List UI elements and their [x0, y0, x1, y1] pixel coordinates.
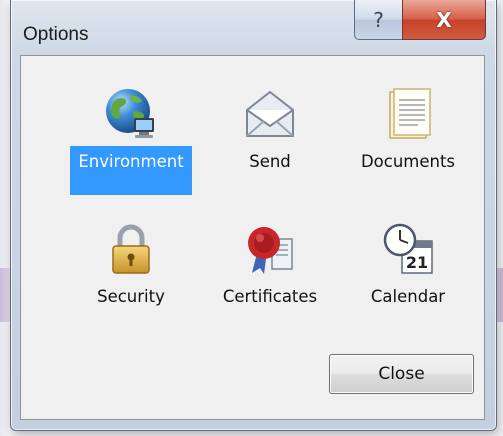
caption-buttons: ? X: [354, 0, 486, 40]
options-panel: Environment Send Documents Security Cert…: [20, 55, 485, 420]
option-label: Calendar: [370, 287, 446, 306]
help-button[interactable]: ?: [354, 0, 402, 40]
option-calendar[interactable]: 21 Calendar: [344, 221, 472, 341]
padlock-icon: [103, 221, 159, 277]
wax-seal-certificate-icon: [242, 221, 298, 277]
option-label: Environment: [70, 146, 192, 195]
option-send[interactable]: Send: [206, 86, 334, 206]
window-title: Options: [23, 24, 89, 45]
option-environment[interactable]: Environment: [67, 86, 195, 206]
close-button[interactable]: Close: [329, 354, 474, 394]
document-icon: [380, 86, 436, 142]
option-label: Certificates: [222, 287, 318, 306]
option-certificates[interactable]: Certificates: [206, 221, 334, 341]
options-dialog: Options ? X Environment Send Documents S…: [10, 0, 497, 431]
window-close-button[interactable]: X: [402, 0, 486, 40]
calendar-clock-icon: 21: [380, 221, 436, 277]
option-security[interactable]: Security: [67, 221, 195, 341]
option-documents[interactable]: Documents: [344, 86, 472, 206]
option-label: Documents: [360, 152, 456, 171]
option-label: Security: [97, 287, 165, 306]
title-bar[interactable]: Options ? X: [11, 0, 496, 50]
help-icon: ?: [373, 7, 384, 32]
option-label: Send: [249, 152, 291, 171]
globe-computer-icon: [103, 86, 159, 142]
desktop-background: [0, 0, 10, 436]
envelope-icon: [242, 86, 298, 142]
close-icon: X: [436, 7, 452, 32]
svg-text:21: 21: [406, 253, 428, 272]
